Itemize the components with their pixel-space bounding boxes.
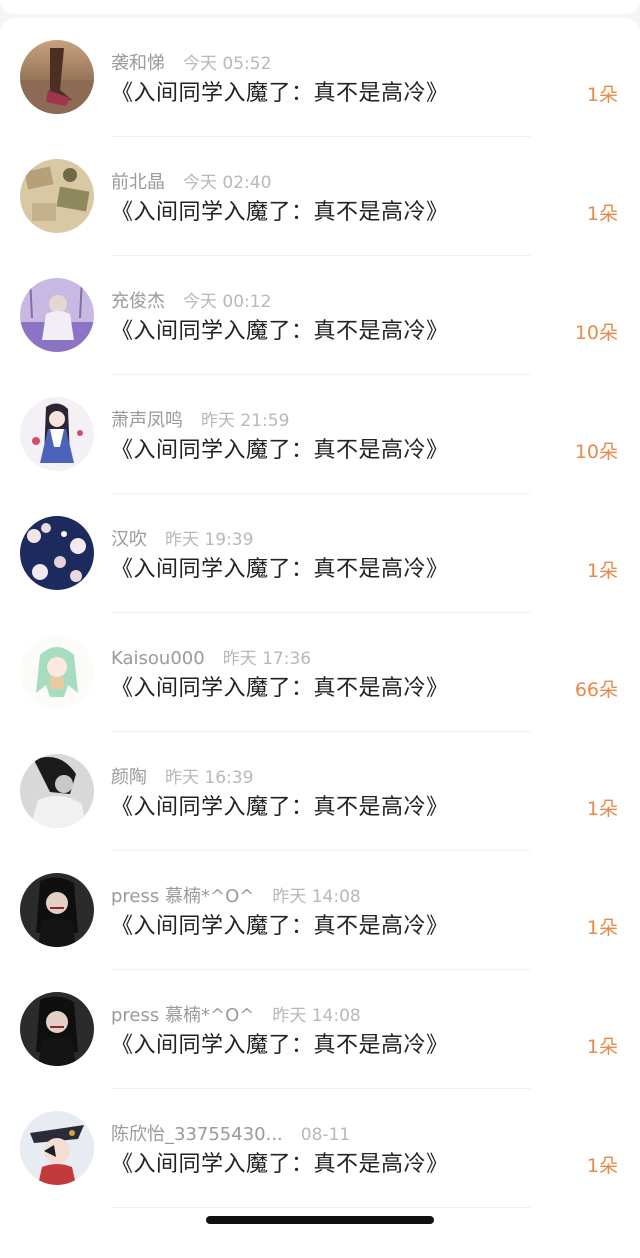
book-title: 《入间同学入魔了：真不是高冷》 <box>111 438 449 463</box>
user-name: 汉吹 <box>111 529 147 550</box>
timestamp: 昨天 14:08 <box>272 887 361 907</box>
user-name: 前北晶 <box>111 172 165 193</box>
timestamp: 今天 05:52 <box>183 54 272 74</box>
user-name: press 慕楠*^O^ <box>111 886 255 907</box>
user-name: 袭和悌 <box>111 53 165 74</box>
user-name: 颜陶 <box>111 767 147 788</box>
book-title: 《入间同学入魔了：真不是高冷》 <box>111 557 449 582</box>
avatar[interactable] <box>20 397 94 471</box>
flower-count: 66朵 <box>574 679 618 701</box>
timestamp: 昨天 16:39 <box>165 768 254 788</box>
avatar[interactable] <box>20 40 94 114</box>
divider <box>111 1207 530 1208</box>
flower-count: 1朵 <box>586 1155 618 1177</box>
timestamp: 08-11 <box>300 1125 351 1145</box>
book-title: 《入间同学入魔了：真不是高冷》 <box>111 200 449 225</box>
avatar[interactable] <box>20 1111 94 1185</box>
timestamp: 昨天 14:08 <box>272 1006 361 1026</box>
avatar[interactable] <box>20 873 94 947</box>
avatar[interactable] <box>20 754 94 828</box>
list-item[interactable]: 颜陶 昨天 16:39 《入间同学入魔了：真不是高冷》 1朵 <box>0 732 640 851</box>
gift-list: 袭和悌 今天 05:52 《入间同学入魔了：真不是高冷》 1朵 前北晶 今天 02:… <box>0 18 640 1258</box>
flower-count: 1朵 <box>586 203 618 225</box>
list-item[interactable]: 陈欣怡_33755430... 08-11 《入间同学入魔了：真不是高冷》 1朵 <box>0 1089 640 1208</box>
flower-count: 1朵 <box>586 1036 618 1058</box>
flower-count: 10朵 <box>574 322 618 344</box>
avatar[interactable] <box>20 992 94 1066</box>
book-title: 《入间同学入魔了：真不是高冷》 <box>111 676 449 701</box>
flower-count: 1朵 <box>586 84 618 106</box>
timestamp: 今天 00:12 <box>183 292 272 312</box>
list-item[interactable]: 萧声凤鸣 昨天 21:59 《入间同学入魔了：真不是高冷》 10朵 <box>0 375 640 494</box>
timestamp: 今天 02:40 <box>183 173 272 193</box>
user-name: Kaisou000 <box>111 648 205 669</box>
list-item[interactable]: press 慕楠*^O^ 昨天 14:08 《入间同学入魔了：真不是高冷》 1朵 <box>0 851 640 970</box>
flower-count: 10朵 <box>574 441 618 463</box>
user-name: press 慕楠*^O^ <box>111 1005 255 1026</box>
list-item[interactable]: press 慕楠*^O^ 昨天 14:08 《入间同学入魔了：真不是高冷》 1朵 <box>0 970 640 1089</box>
timestamp: 昨天 19:39 <box>165 530 254 550</box>
list-item[interactable]: 充俊杰 今天 00:12 《入间同学入魔了：真不是高冷》 10朵 <box>0 256 640 375</box>
book-title: 《入间同学入魔了：真不是高冷》 <box>111 1152 449 1177</box>
book-title: 《入间同学入魔了：真不是高冷》 <box>111 795 449 820</box>
home-indicator[interactable] <box>206 1216 434 1224</box>
previous-card <box>0 0 640 14</box>
book-title: 《入间同学入魔了：真不是高冷》 <box>111 319 449 344</box>
list-item[interactable]: 汉吹 昨天 19:39 《入间同学入魔了：真不是高冷》 1朵 <box>0 494 640 613</box>
book-title: 《入间同学入魔了：真不是高冷》 <box>111 914 449 939</box>
timestamp: 昨天 17:36 <box>222 649 312 669</box>
book-title: 《入间同学入魔了：真不是高冷》 <box>111 81 449 106</box>
avatar[interactable] <box>20 159 94 233</box>
user-name: 充俊杰 <box>111 291 165 312</box>
user-name: 陈欣怡_33755430... <box>111 1124 283 1145</box>
timestamp: 昨天 21:59 <box>201 411 290 431</box>
flower-count: 1朵 <box>586 917 618 939</box>
avatar[interactable] <box>20 635 94 709</box>
avatar[interactable] <box>20 278 94 352</box>
list-item[interactable]: 袭和悌 今天 05:52 《入间同学入魔了：真不是高冷》 1朵 <box>0 18 640 137</box>
flower-count: 1朵 <box>586 560 618 582</box>
list-item[interactable]: Kaisou000 昨天 17:36 《入间同学入魔了：真不是高冷》 66朵 <box>0 613 640 732</box>
avatar[interactable] <box>20 516 94 590</box>
list-item[interactable]: 前北晶 今天 02:40 《入间同学入魔了：真不是高冷》 1朵 <box>0 137 640 256</box>
flower-count: 1朵 <box>586 798 618 820</box>
book-title: 《入间同学入魔了：真不是高冷》 <box>111 1033 449 1058</box>
user-name: 萧声凤鸣 <box>111 410 183 431</box>
